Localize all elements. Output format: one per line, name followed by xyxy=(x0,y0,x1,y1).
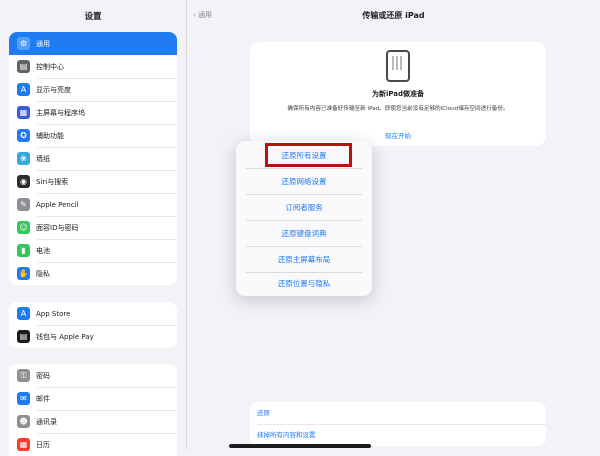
sidebar-item-accessibility[interactable]: ✪ 辅助功能 xyxy=(9,124,177,147)
sidebar-item-battery[interactable]: ▮ 电池 xyxy=(9,239,177,262)
sidebar-group-store: A App Store ▤ 钱包与 Apple Pay xyxy=(9,302,177,348)
home-indicator xyxy=(229,444,371,448)
sidebar-item-control-center[interactable]: ▤ 控制中心 xyxy=(9,55,177,78)
sidebar-item-label: 主屏幕与程序坞 xyxy=(36,108,85,117)
sidebar-item-contacts[interactable]: ☻ 通讯录 xyxy=(9,410,177,433)
sidebar-item-brightness[interactable]: A 显示与亮度 xyxy=(9,78,177,101)
calendar-icon: ▦ xyxy=(17,438,30,451)
menu-item-reset-location-privacy[interactable]: 还原位置与隐私 xyxy=(236,271,372,296)
reset-options-card: 还原 抹掉所有内容和设置 xyxy=(250,402,546,446)
sidebar-item-label: 通用 xyxy=(36,39,50,48)
card-title: 为新iPad做准备 xyxy=(371,90,425,98)
battery-icon: ▮ xyxy=(17,244,30,257)
sidebar-item-label: 显示与亮度 xyxy=(36,85,71,94)
sidebar-item-label: 密码 xyxy=(36,371,50,380)
sidebar-item-label: App Store xyxy=(36,309,71,318)
sidebar-group-apps: ⚿ 密码 ✉ 邮件 ☻ 通讯录 ▦ 日历 xyxy=(9,364,177,456)
home-screen-icon: ▦ xyxy=(17,106,30,119)
face-id-icon: ☺ xyxy=(17,221,30,234)
sidebar-item-key[interactable]: ⚿ 密码 xyxy=(9,364,177,387)
sidebar-item-label: 邮件 xyxy=(36,394,50,403)
sidebar-item-privacy-hand[interactable]: ✋ 隐私 xyxy=(9,262,177,285)
menu-item-reset-network-settings[interactable]: 还原网络设置 xyxy=(236,169,372,194)
card-description: 确保所有内容已准备好传输至新 iPad。即使您当前没有足够的iCloud储存空间… xyxy=(287,106,509,112)
sidebar-item-calendar[interactable]: ▦ 日历 xyxy=(9,433,177,456)
sidebar-item-label: 电池 xyxy=(36,246,50,255)
sidebar-item-label: 控制中心 xyxy=(36,62,64,71)
settings-sidebar: 设置 ⚙ 通用 ▤ 控制中心 A 显示与亮度 ▦ 主屏幕与程序坞 ✪ 辅助功能 ❀ 墙纸 ◉ Siri与搜… xyxy=(0,0,187,456)
sidebar-item-wallet[interactable]: ▤ 钱包与 Apple Pay xyxy=(9,325,177,348)
menu-item-reset-home-screen-layout[interactable]: 还原主屏幕布局 xyxy=(236,247,372,272)
sidebar-item-pencil[interactable]: ✎ Apple Pencil xyxy=(9,193,177,216)
erase-all-content-button[interactable]: 抹掉所有内容和设置 xyxy=(250,424,546,446)
control-center-icon: ▤ xyxy=(17,60,30,73)
key-icon: ⚿ xyxy=(17,369,30,382)
sidebar-title: 设置 xyxy=(84,12,102,22)
sidebar-item-label: 辅助功能 xyxy=(36,131,64,140)
siri-icon: ◉ xyxy=(17,175,30,188)
sidebar-item-siri[interactable]: ◉ Siri与搜索 xyxy=(9,170,177,193)
wallpaper-icon: ❀ xyxy=(17,152,30,165)
sidebar-item-face-id[interactable]: ☺ 面容ID与密码 xyxy=(9,216,177,239)
sidebar-item-label: Apple Pencil xyxy=(36,200,79,209)
sidebar-item-gear[interactable]: ⚙ 通用 xyxy=(9,32,177,55)
pencil-icon: ✎ xyxy=(17,198,30,211)
menu-item-subscriber-services[interactable]: 订阅者服务 xyxy=(236,195,372,220)
sidebar-item-wallpaper[interactable]: ❀ 墙纸 xyxy=(9,147,177,170)
sidebar-item-label: 隐私 xyxy=(36,269,50,278)
ipad-icon xyxy=(386,50,410,82)
sidebar-item-label: 面容ID与密码 xyxy=(36,223,79,232)
highlight-box xyxy=(265,143,352,167)
brightness-icon: A xyxy=(17,83,30,96)
prepare-new-ipad-card: 为新iPad做准备 确保所有内容已准备好传输至新 iPad。即使您当前没有足够的… xyxy=(250,42,546,146)
reset-button[interactable]: 还原 xyxy=(250,402,546,424)
sidebar-group-system: ⚙ 通用 ▤ 控制中心 A 显示与亮度 ▦ 主屏幕与程序坞 ✪ 辅助功能 ❀ 墙纸 ◉ Siri与搜索 ✎ A… xyxy=(9,32,177,285)
sidebar-item-label: 墙纸 xyxy=(36,154,50,163)
menu-item-reset-keyboard-dictionary[interactable]: 还原键盘词典 xyxy=(236,221,372,246)
privacy-hand-icon: ✋ xyxy=(17,267,30,280)
wallet-icon: ▤ xyxy=(17,330,30,343)
sidebar-item-home-screen[interactable]: ▦ 主屏幕与程序坞 xyxy=(9,101,177,124)
page-title: 传输或还原 iPad xyxy=(362,11,425,20)
sidebar-item-label: Siri与搜索 xyxy=(36,177,69,186)
get-started-link[interactable]: 现在开始 xyxy=(250,130,546,140)
sidebar-item-label: 通讯录 xyxy=(36,417,57,426)
app-store-icon: A xyxy=(17,307,30,320)
sidebar-item-app-store[interactable]: A App Store xyxy=(9,302,177,325)
sidebar-item-mail[interactable]: ✉ 邮件 xyxy=(9,387,177,410)
sidebar-item-label: 日历 xyxy=(36,440,50,449)
contacts-icon: ☻ xyxy=(17,415,30,428)
sidebar-item-label: 钱包与 Apple Pay xyxy=(36,332,94,341)
gear-icon: ⚙ xyxy=(17,37,30,50)
mail-icon: ✉ xyxy=(17,392,30,405)
accessibility-icon: ✪ xyxy=(17,129,30,142)
